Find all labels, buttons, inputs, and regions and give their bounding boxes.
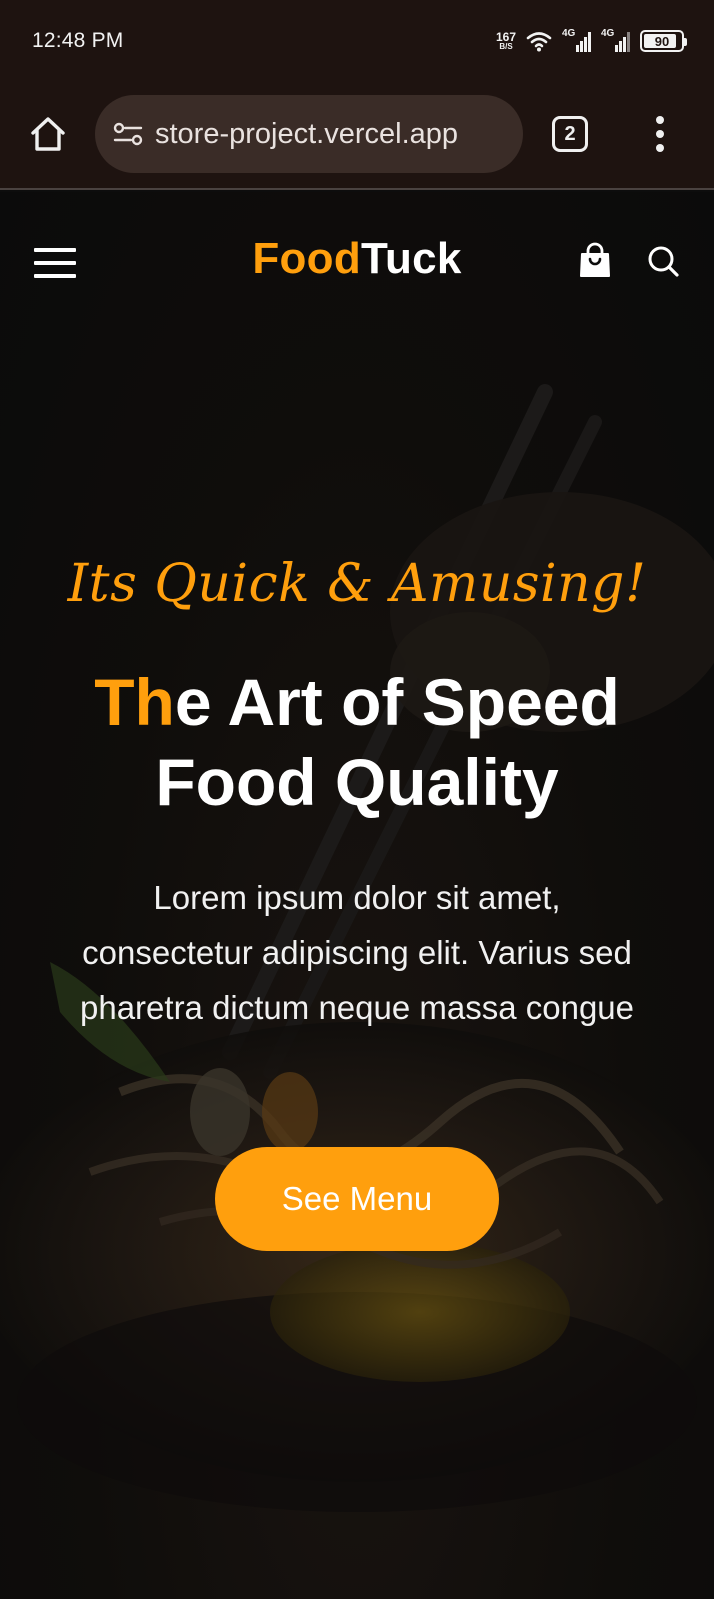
wifi-icon [526, 32, 552, 52]
network-speed-unit: B/S [499, 42, 513, 51]
hero-tagline: Its Quick & Amusing! [67, 554, 647, 614]
url-text[interactable]: store-project.vercel.app [155, 118, 458, 151]
status-bar: 12:48 PM 167 B/S 4G 4G 90 [0, 0, 714, 82]
headline-line1-rest: e Art of Speed [174, 665, 620, 739]
headline-line2: Food Quality [155, 745, 559, 819]
site-settings-icon[interactable] [111, 117, 145, 151]
status-time: 12:48 PM [32, 29, 124, 52]
more-vert-icon[interactable] [652, 112, 668, 156]
signal-icon-sim2: 4G [601, 28, 630, 52]
see-menu-button[interactable]: See Menu [215, 1147, 499, 1251]
network-speed: 167 B/S [496, 31, 516, 51]
website-viewport: FoodTuck Its Quick & Amusing! The Art of… [0, 192, 714, 1599]
site-header: FoodTuck [0, 192, 714, 332]
home-icon[interactable] [28, 114, 68, 154]
tabs-button[interactable]: 2 [552, 116, 588, 152]
battery-icon: 90 [640, 30, 687, 52]
battery-level: 90 [654, 33, 670, 49]
tab-count: 2 [564, 122, 576, 145]
address-bar[interactable]: store-project.vercel.app [95, 95, 523, 173]
browser-toolbar: store-project.vercel.app 2 [0, 82, 714, 190]
headline-highlight: Th [94, 665, 175, 739]
hero-headline: The Art of Speed Food Quality [0, 662, 714, 822]
logo-tuck: Tuck [361, 234, 462, 283]
status-icons: 167 B/S 4G 4G 90 [496, 28, 687, 52]
hero-description: Lorem ipsum dolor sit amet, consectetur … [80, 879, 635, 1026]
shopping-bag-icon[interactable] [578, 242, 612, 278]
logo-food: Food [252, 234, 362, 283]
search-icon[interactable] [646, 244, 680, 278]
signal-icon-sim1: 4G [562, 28, 591, 52]
